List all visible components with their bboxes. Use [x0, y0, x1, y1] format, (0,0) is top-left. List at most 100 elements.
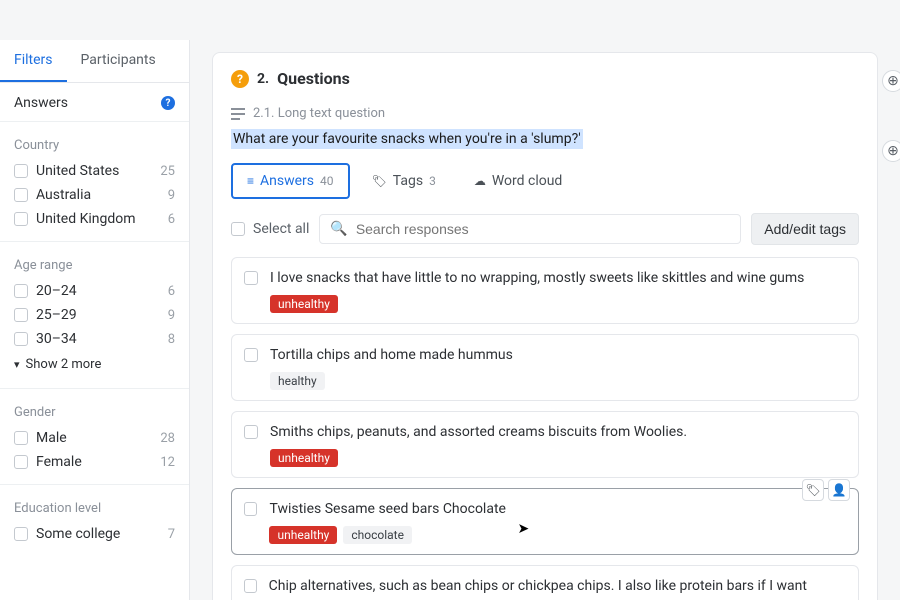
help-icon[interactable]: ? — [161, 96, 175, 110]
tag-icon: 🏷 — [372, 174, 387, 188]
filter-item-education-0[interactable]: Some college 7 — [0, 522, 189, 546]
subtab-count: 40 — [320, 174, 334, 188]
filter-label: Some college — [36, 526, 120, 542]
filter-group-education: Education level Some college 7 — [0, 484, 189, 556]
checkbox-icon[interactable] — [244, 502, 257, 516]
filter-count: 9 — [168, 188, 175, 203]
tag-chip[interactable]: unhealthy — [269, 526, 337, 544]
checkbox-icon[interactable] — [14, 527, 28, 541]
checkbox-icon[interactable] — [244, 348, 258, 362]
filter-title-country: Country — [0, 130, 189, 159]
response-tags: unhealthy chocolate — [269, 526, 846, 544]
filter-count: 25 — [160, 164, 175, 179]
sidebar-tabs: Filters Participants — [0, 40, 189, 83]
question-meta: 2.1. Long text question — [231, 106, 859, 121]
subtabs: ≡ Answers 40 🏷 Tags 3 ☁ Word cloud — [231, 163, 859, 199]
response-row[interactable]: Smiths chips, peanuts, and assorted crea… — [231, 411, 859, 478]
filter-item-age-1[interactable]: 25–29 9 — [0, 303, 189, 327]
response-row[interactable]: 🏷 👤 Twisties Sesame seed bars Chocolate … — [231, 488, 859, 555]
add-section-button[interactable]: ⊕ — [882, 70, 900, 92]
filter-label: Australia — [36, 187, 91, 203]
subtab-count: 3 — [429, 174, 436, 188]
add-question-button[interactable]: ⊕ — [882, 140, 900, 162]
checkbox-icon[interactable] — [14, 284, 28, 298]
response-row[interactable]: Tortilla chips and home made hummus heal… — [231, 334, 859, 401]
filter-item-country-1[interactable]: Australia 9 — [0, 183, 189, 207]
filter-item-age-2[interactable]: 30–34 8 — [0, 327, 189, 351]
response-row[interactable]: I love snacks that have little to no wra… — [231, 257, 859, 324]
filter-item-country-2[interactable]: United Kingdom 6 — [0, 207, 189, 231]
filter-group-gender: Gender Male 28 Female 12 — [0, 388, 189, 484]
checkbox-icon[interactable] — [14, 308, 28, 322]
filter-count: 6 — [168, 284, 175, 299]
filter-item-age-0[interactable]: 20–24 6 — [0, 279, 189, 303]
filter-label: Male — [36, 430, 67, 446]
filter-label: 25–29 — [36, 307, 77, 323]
checkbox-icon[interactable] — [14, 332, 28, 346]
filter-group-age: Age range 20–24 6 25–29 9 30–34 8 ▾ Show… — [0, 241, 189, 388]
checkbox-icon[interactable] — [244, 271, 258, 285]
checkbox-icon[interactable] — [14, 431, 28, 445]
main-panel: ⊕ ⊕ ? 2. Questions 2.1. Long text questi… — [190, 40, 900, 600]
subtab-wordcloud[interactable]: ☁ Word cloud — [458, 163, 579, 199]
checkbox-icon[interactable] — [244, 425, 258, 439]
response-tags: unhealthy — [270, 449, 687, 467]
filter-item-gender-0[interactable]: Male 28 — [0, 426, 189, 450]
response-row[interactable]: Chip alternatives, such as bean chips or… — [231, 565, 859, 600]
checkbox-icon[interactable] — [14, 164, 28, 178]
tag-action-button[interactable]: 🏷 — [802, 479, 824, 501]
response-text: Smiths chips, peanuts, and assorted crea… — [270, 422, 687, 443]
response-toolbar: Select all 🔍 Add/edit tags — [231, 213, 859, 245]
checkbox-icon[interactable] — [14, 188, 28, 202]
chevron-down-icon: ▾ — [14, 358, 20, 371]
question-ref: 2.1. Long text question — [253, 106, 385, 121]
response-tags: healthy — [270, 372, 513, 390]
section-title: Questions — [277, 69, 350, 88]
sidebar: Filters Participants Answers ? Country U… — [0, 40, 190, 600]
response-text: Tortilla chips and home made hummus — [270, 345, 513, 366]
subtab-label: Tags — [393, 173, 423, 189]
select-all-label: Select all — [253, 221, 309, 237]
filter-label: United States — [36, 163, 119, 179]
participant-action-button[interactable]: 👤 — [828, 479, 850, 501]
response-text: I love snacks that have little to no wra… — [270, 268, 804, 289]
question-text[interactable]: What are your favourite snacks when you'… — [231, 129, 583, 149]
tab-participants[interactable]: Participants — [67, 40, 170, 82]
filter-item-country-0[interactable]: United States 25 — [0, 159, 189, 183]
tag-chip[interactable]: healthy — [270, 372, 325, 390]
search-responses[interactable]: 🔍 — [319, 214, 741, 244]
answers-heading: Answers — [14, 95, 68, 111]
search-input[interactable] — [356, 221, 730, 237]
subtab-answers[interactable]: ≡ Answers 40 — [231, 163, 350, 199]
add-edit-tags-button[interactable]: Add/edit tags — [751, 213, 859, 245]
filter-item-gender-1[interactable]: Female 12 — [0, 450, 189, 474]
tag-chip[interactable]: unhealthy — [270, 295, 338, 313]
cloud-icon: ☁ — [474, 174, 486, 188]
tag-icon: 🏷 — [805, 483, 820, 497]
tag-chip[interactable]: unhealthy — [270, 449, 338, 467]
filter-count: 12 — [160, 455, 175, 470]
search-icon: 🔍 — [330, 221, 347, 237]
tag-chip[interactable]: chocolate — [343, 526, 412, 544]
filter-count: 7 — [168, 527, 175, 542]
show-more-age[interactable]: ▾ Show 2 more — [0, 351, 189, 378]
filter-count: 9 — [168, 308, 175, 323]
subtab-tags[interactable]: 🏷 Tags 3 — [356, 163, 452, 199]
checkbox-icon[interactable] — [14, 455, 28, 469]
plus-icon: ⊕ — [887, 73, 899, 89]
checkbox-icon[interactable] — [244, 579, 257, 593]
filter-title-gender: Gender — [0, 397, 189, 426]
response-text: Chip alternatives, such as bean chips or… — [269, 576, 846, 600]
filter-title-age: Age range — [0, 250, 189, 279]
filter-count: 28 — [160, 431, 175, 446]
filter-count: 8 — [168, 332, 175, 347]
filter-label: Female — [36, 454, 82, 470]
select-all-wrap[interactable]: Select all — [231, 221, 309, 237]
response-text: Twisties Sesame seed bars Chocolate — [269, 499, 846, 520]
tab-filters[interactable]: Filters — [0, 40, 67, 82]
list-icon: ≡ — [247, 174, 254, 188]
checkbox-icon[interactable] — [14, 212, 28, 226]
question-card: ? 2. Questions 2.1. Long text question W… — [212, 52, 878, 600]
row-hover-controls: 🏷 👤 — [802, 479, 850, 501]
checkbox-icon[interactable] — [231, 222, 245, 236]
